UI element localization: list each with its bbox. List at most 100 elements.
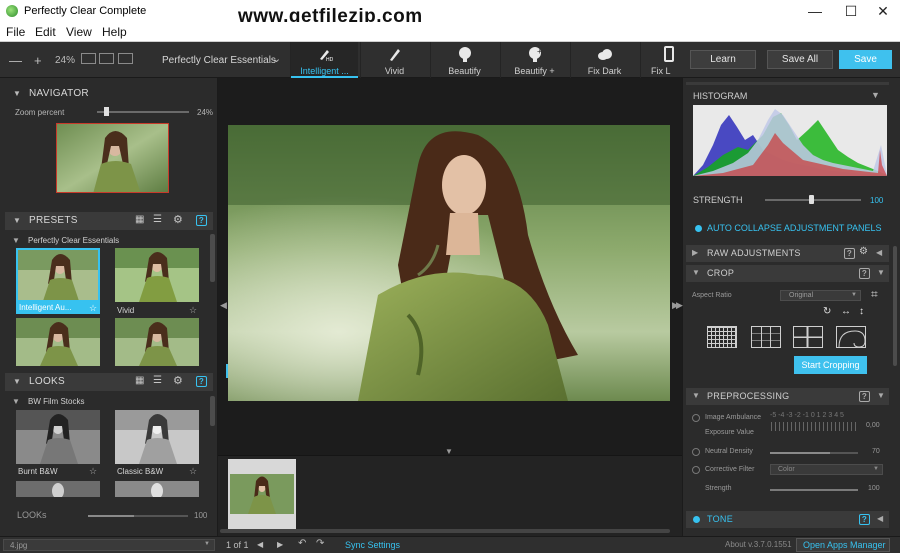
chevron-down-icon[interactable]: ⌄ [272, 52, 281, 65]
neutral-density-checkbox[interactable] [692, 448, 700, 456]
grid-center-overlay-icon[interactable] [793, 326, 823, 348]
looks-scrollbar[interactable] [210, 396, 215, 426]
look-thumb-4[interactable] [115, 481, 199, 497]
tab-intelligent-auto[interactable]: HD Intelligent ... [290, 42, 358, 78]
grid-fine-overlay-icon[interactable] [707, 326, 737, 348]
strength-slider-knob[interactable] [809, 195, 814, 204]
flip-vertical-icon[interactable]: ↕ [859, 306, 864, 317]
gear-icon[interactable]: ⚙ [859, 246, 868, 257]
menu-edit[interactable]: Edit [35, 25, 56, 39]
grid-thirds-overlay-icon[interactable] [751, 326, 781, 348]
favorite-star-icon[interactable]: ☆ [89, 466, 97, 477]
zoom-in-button[interactable]: + [34, 53, 42, 68]
save-button[interactable]: Save [839, 50, 892, 69]
collapse-down-arrow-icon[interactable]: ▼ [877, 391, 885, 400]
menu-help[interactable]: Help [102, 25, 127, 39]
minimize-button[interactable]: — [798, 0, 832, 22]
help-icon[interactable]: ? [196, 376, 207, 387]
preprocessing-header[interactable]: ▼ PREPROCESSING ? ▼ [686, 388, 889, 405]
right-panel: ▶ HISTOGRAM ▼ STRENGTH 100 AUTO COLLAPSE… [676, 78, 900, 536]
help-icon[interactable]: ? [196, 215, 207, 226]
exposure-ruler[interactable] [771, 422, 859, 431]
collapse-right-arrow-icon[interactable]: ▶ [676, 300, 683, 311]
collapse-down-arrow-icon[interactable]: ▼ [877, 268, 885, 277]
next-image-button[interactable]: ▶ [277, 540, 283, 549]
looks-header[interactable]: ▼ LOOKS ▦ ☰ ⚙ ? [5, 373, 213, 391]
preset-thumb-3[interactable] [16, 318, 100, 366]
raw-adjustments-header[interactable]: ▶ RAW ADJUSTMENTS ? ⚙ ◀ [686, 245, 889, 262]
grid-view-icon[interactable]: ▦ [135, 214, 145, 225]
tab-fix-light[interactable]: Fix L [640, 42, 682, 78]
sync-settings-button[interactable]: Sync Settings [345, 540, 400, 550]
preset-set-dropdown[interactable]: Perfectly Clear Essentials [162, 55, 276, 66]
side-by-side-view-icon[interactable] [118, 53, 133, 64]
tab-beautify-plus[interactable]: + Beautify + [500, 42, 568, 78]
look-thumb-3[interactable] [16, 481, 100, 497]
crop-tool-icon[interactable]: ⌗ [871, 287, 878, 302]
help-icon[interactable]: ? [859, 514, 870, 525]
zoom-slider-track[interactable] [97, 111, 189, 113]
aspect-ratio-select[interactable]: Original ▼ [780, 290, 861, 301]
close-button[interactable]: ✕ [866, 0, 900, 22]
help-icon[interactable]: ? [859, 268, 870, 279]
favorite-star-icon[interactable]: ☆ [89, 303, 97, 314]
crop-header[interactable]: ▼ CROP ? ▼ [686, 265, 889, 282]
start-cropping-button[interactable]: Start Cropping [794, 356, 867, 374]
list-view-icon[interactable]: ☰ [153, 375, 162, 386]
preset-thumb-vivid[interactable] [115, 248, 199, 302]
image-ambulance-checkbox[interactable] [692, 414, 700, 422]
collapse-left-arrow-icon[interactable]: ◀ [877, 514, 883, 523]
maximize-button[interactable]: ☐ [834, 0, 868, 22]
preset-thumb-4[interactable] [115, 318, 199, 366]
zoom-slider-knob[interactable] [104, 107, 110, 116]
rotate-icon[interactable]: ↻ [823, 306, 831, 317]
split-view-icon[interactable] [99, 53, 114, 64]
collapse-left-arrow-icon[interactable]: ◀ [876, 248, 882, 257]
navigator-header[interactable]: ▼ NAVIGATOR [5, 85, 213, 103]
help-icon[interactable]: ? [859, 391, 870, 402]
favorite-star-icon[interactable]: ☆ [189, 305, 197, 316]
list-view-icon[interactable]: ☰ [153, 214, 162, 225]
gear-icon[interactable]: ⚙ [173, 374, 183, 387]
corrective-filter-checkbox[interactable] [692, 466, 700, 474]
filmstrip-scrollbar[interactable] [220, 529, 670, 533]
single-view-icon[interactable] [81, 53, 96, 64]
grid-view-icon[interactable]: ▦ [135, 375, 145, 386]
presets-scrollbar[interactable] [210, 234, 215, 282]
golden-spiral-overlay-icon[interactable] [836, 326, 866, 348]
gear-icon[interactable]: ⚙ [173, 213, 183, 226]
about-version[interactable]: About v.3.7.0.1551 [725, 540, 792, 549]
favorite-star-icon[interactable]: ☆ [189, 466, 197, 477]
save-all-button[interactable]: Save All [767, 50, 833, 69]
auto-collapse-radio-icon[interactable] [695, 225, 702, 232]
help-icon[interactable]: ? [844, 248, 855, 259]
menu-view[interactable]: View [66, 25, 92, 39]
tab-beautify[interactable]: Beautify [430, 42, 498, 78]
menu-file[interactable]: File [6, 25, 25, 39]
tab-vivid[interactable]: Vivid [360, 42, 428, 78]
undo-icon[interactable]: ↶ [298, 538, 306, 549]
previous-image-button[interactable]: ◀ [257, 540, 263, 549]
open-apps-manager-button[interactable]: Open Apps Manager [796, 538, 890, 552]
file-select[interactable]: 4.jpg ▼ [3, 539, 215, 551]
presets-header[interactable]: ▼ PRESETS ▦ ☰ ⚙ ? [5, 212, 213, 230]
tab-fix-dark[interactable]: Fix Dark [570, 42, 638, 78]
flip-horizontal-icon[interactable]: ↔ [841, 306, 851, 317]
image-ambulance-scale[interactable]: -5 -4 -3 -2 -1 0 1 2 3 4 5 [770, 412, 844, 419]
redo-icon[interactable]: ↷ [316, 538, 324, 549]
tone-header[interactable]: TONE ? ◀ [686, 511, 889, 528]
learn-button[interactable]: Learn [690, 50, 756, 69]
filmstrip-item[interactable] [228, 459, 296, 529]
main-photo[interactable] [228, 125, 670, 401]
navigator-thumbnail[interactable] [56, 123, 169, 193]
strength-value: 100 [870, 196, 884, 205]
look-thumb-classic-bw[interactable] [115, 410, 199, 464]
collapse-triangle-icon[interactable]: ▼ [871, 90, 880, 100]
collapse-left-arrow-icon[interactable]: ◀ [220, 300, 227, 311]
corrective-filter-select[interactable]: Color ▼ [770, 464, 883, 475]
auto-collapse-toggle[interactable]: AUTO COLLAPSE ADJUSTMENT PANELS [707, 223, 882, 233]
right-panel-scrollbar[interactable] [893, 246, 897, 366]
preset-thumb-intelligent[interactable] [16, 248, 100, 302]
zoom-out-button[interactable]: — [9, 53, 22, 68]
look-thumb-burnt-bw[interactable] [16, 410, 100, 464]
